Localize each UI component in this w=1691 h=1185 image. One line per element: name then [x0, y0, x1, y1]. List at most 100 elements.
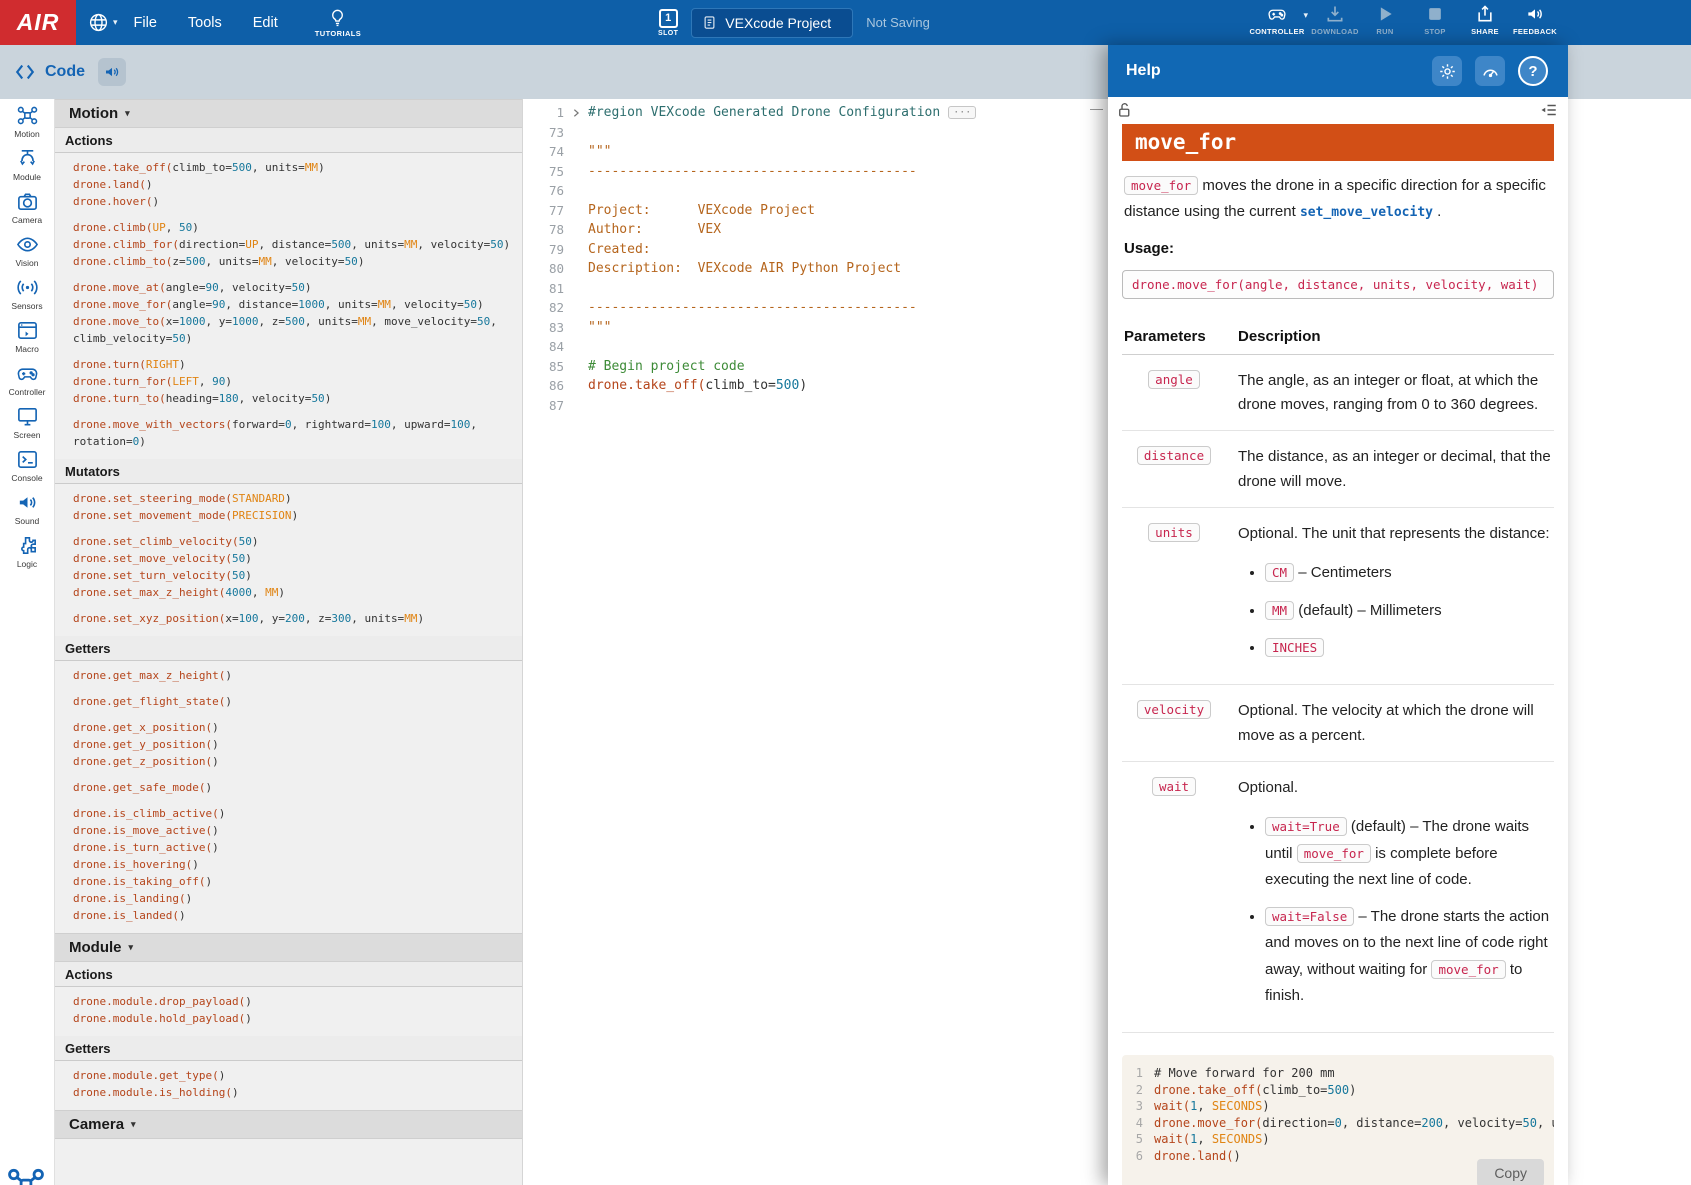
slot-icon: 1: [659, 9, 678, 28]
share-button[interactable]: SHARE: [1460, 4, 1510, 36]
controller-label: CONTROLLER: [1249, 27, 1304, 36]
menu-tools[interactable]: Tools: [188, 15, 222, 31]
command-item[interactable]: drone.move_with_vectors(forward=0, right…: [55, 416, 522, 450]
help-about-button[interactable]: ?: [1518, 56, 1548, 86]
project-name: VEXcode Project: [725, 15, 831, 31]
command-item[interactable]: drone.climb_to(z=500, units=MM, velocity…: [55, 253, 522, 270]
param-row-units: unitsOptional. The unit that represents …: [1122, 508, 1554, 686]
command-item[interactable]: drone.get_y_position(): [55, 736, 522, 753]
command-item[interactable]: drone.turn_for(LEFT, 90): [55, 373, 522, 390]
line-number: 74: [524, 142, 564, 162]
download-button[interactable]: DOWNLOAD: [1310, 4, 1360, 36]
copy-button[interactable]: Copy: [1477, 1159, 1544, 1185]
rail-item-screen[interactable]: Screen: [0, 400, 54, 443]
tab-code[interactable]: Code: [14, 58, 126, 86]
project-file-icon: [702, 15, 717, 30]
command-item[interactable]: drone.hover(): [55, 193, 522, 210]
speaker-icon: [103, 63, 121, 81]
rail-item-controller[interactable]: Controller: [0, 357, 54, 400]
command-item[interactable]: drone.module.drop_payload(): [55, 993, 522, 1010]
inline-code-chip: CM: [1265, 563, 1294, 582]
command-item[interactable]: drone.module.is_holding(): [55, 1084, 522, 1101]
palette-section-camera[interactable]: Camera▾: [55, 1110, 522, 1139]
command-cluster: drone.get_max_z_height(): [55, 667, 522, 684]
tutorials-button[interactable]: TUTORIALS: [315, 8, 361, 38]
command-item[interactable]: drone.move_at(angle=90, velocity=50): [55, 279, 522, 296]
command-item[interactable]: drone.move_to(x=1000, y=1000, z=500, uni…: [55, 313, 522, 347]
collapsed-region-marker[interactable]: ···: [948, 106, 976, 119]
description-header: Description: [1238, 328, 1552, 345]
example-line: 5wait(1, SECONDS): [1122, 1131, 1554, 1148]
param-row-wait: waitOptional.wait=True (default) – The d…: [1122, 762, 1554, 1034]
rail-item-sound[interactable]: Sound: [0, 486, 54, 529]
stop-label: STOP: [1424, 27, 1445, 36]
command-item[interactable]: drone.get_max_z_height(): [55, 667, 522, 684]
rail-item-motion[interactable]: Motion: [0, 99, 54, 142]
command-cluster: drone.move_at(angle=90, velocity=50)dron…: [55, 279, 522, 347]
command-item[interactable]: drone.climb(UP, 50): [55, 219, 522, 236]
toc-button[interactable]: [1540, 101, 1558, 119]
help-dashboard-button[interactable]: [1475, 56, 1505, 86]
rail-item-console[interactable]: Console: [0, 443, 54, 486]
command-item[interactable]: drone.set_steering_mode(STANDARD): [55, 490, 522, 507]
param-description: The angle, as an integer or float, at wh…: [1238, 369, 1552, 419]
command-item[interactable]: drone.module.get_type(): [55, 1067, 522, 1084]
palette-section-motion[interactable]: Motion▾: [55, 99, 522, 128]
language-button[interactable]: ▾: [88, 12, 118, 33]
sensors-icon: [16, 276, 39, 299]
help-settings-button[interactable]: [1432, 56, 1462, 86]
command-item[interactable]: drone.get_safe_mode(): [55, 779, 522, 796]
slot-button[interactable]: 1 SLOT: [658, 9, 678, 37]
line-number: 78: [524, 220, 564, 240]
doc-link[interactable]: set_move_velocity: [1300, 205, 1433, 220]
rail-item-camera[interactable]: Camera: [0, 185, 54, 228]
menu-edit[interactable]: Edit: [253, 15, 278, 31]
command-item[interactable]: drone.get_flight_state(): [55, 693, 522, 710]
line-number: 75: [524, 162, 564, 182]
command-item[interactable]: drone.module.hold_payload(): [55, 1010, 522, 1027]
command-item[interactable]: drone.is_turn_active(): [55, 839, 522, 856]
unlock-button[interactable]: [1116, 101, 1134, 119]
code-tab-label: Code: [45, 63, 85, 81]
rail-item-macro[interactable]: Macro: [0, 314, 54, 357]
command-item[interactable]: drone.turn_to(heading=180, velocity=50): [55, 390, 522, 407]
rail-label-module: Module: [13, 172, 41, 182]
command-item[interactable]: drone.is_taking_off(): [55, 873, 522, 890]
command-item[interactable]: drone.get_z_position(): [55, 753, 522, 770]
command-item[interactable]: drone.is_climb_active(): [55, 805, 522, 822]
menu-file[interactable]: File: [134, 15, 157, 31]
command-item[interactable]: drone.is_landing(): [55, 890, 522, 907]
command-item[interactable]: drone.is_landed(): [55, 907, 522, 924]
command-item[interactable]: drone.set_move_velocity(50): [55, 550, 522, 567]
command-item[interactable]: drone.get_x_position(): [55, 719, 522, 736]
rail-item-module[interactable]: Module: [0, 142, 54, 185]
command-item[interactable]: drone.set_movement_mode(PRECISION): [55, 507, 522, 524]
command-item[interactable]: drone.take_off(climb_to=500, units=MM): [55, 159, 522, 176]
rail-label-macro: Macro: [15, 344, 39, 354]
command-item[interactable]: drone.land(): [55, 176, 522, 193]
command-item[interactable]: drone.set_max_z_height(4000, MM): [55, 584, 522, 601]
rail-item-vision[interactable]: Vision: [0, 228, 54, 271]
rail-item-sensors[interactable]: Sensors: [0, 271, 54, 314]
palette-section-module[interactable]: Module▾: [55, 933, 522, 962]
rail-item-logic[interactable]: Logic: [0, 529, 54, 572]
command-item[interactable]: drone.turn(RIGHT): [55, 356, 522, 373]
command-item[interactable]: drone.set_climb_velocity(50): [55, 533, 522, 550]
feedback-button[interactable]: FEEDBACK: [1510, 4, 1560, 36]
help-content: move_for move_for moves the drone in a s…: [1108, 123, 1568, 1185]
run-button[interactable]: RUN: [1360, 4, 1410, 36]
sound-toggle-button[interactable]: [98, 58, 126, 86]
help-toolbar: [1108, 97, 1568, 123]
project-name-field[interactable]: VEXcode Project: [691, 8, 853, 38]
command-item[interactable]: drone.is_move_active(): [55, 822, 522, 839]
controller-button[interactable]: CONTROLLER▾: [1244, 4, 1310, 36]
command-item[interactable]: drone.move_for(angle=90, distance=1000, …: [55, 296, 522, 313]
stop-button[interactable]: STOP: [1410, 4, 1460, 36]
command-item[interactable]: drone.set_turn_velocity(50): [55, 567, 522, 584]
command-item[interactable]: drone.is_hovering(): [55, 856, 522, 873]
command-item[interactable]: drone.set_xyz_position(x=100, y=200, z=3…: [55, 610, 522, 627]
fold-chevron-icon[interactable]: [564, 108, 588, 118]
line-text: """: [588, 318, 611, 338]
example-code-block: 1# Move forward for 200 mm2drone.take_of…: [1122, 1055, 1554, 1185]
command-item[interactable]: drone.climb_for(direction=UP, distance=5…: [55, 236, 522, 253]
